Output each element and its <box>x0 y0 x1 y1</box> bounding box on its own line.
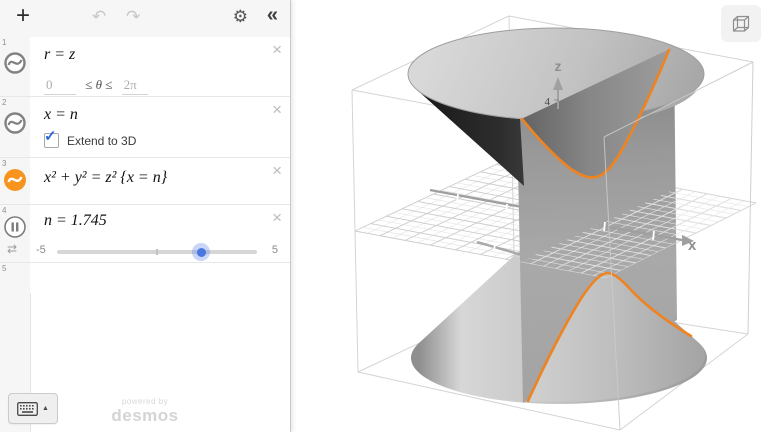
row-number: 2 <box>2 98 7 107</box>
checkbox-label: Extend to 3D <box>67 133 137 148</box>
slider-zero-tick <box>156 249 158 255</box>
add-expression-button[interactable]: + <box>10 2 36 30</box>
z-axis-label: z <box>555 58 562 74</box>
row-1-gutter: 1 <box>0 37 30 96</box>
expression-row-5-empty[interactable]: 5 <box>0 263 290 293</box>
expressions-toolbar: + ↶ ↷ ⚙ « <box>0 0 290 38</box>
delete-expression-button[interactable]: × <box>272 41 282 58</box>
slider-min-label: -5 <box>36 244 46 256</box>
collapse-panel-icon[interactable]: « <box>267 4 278 27</box>
powered-by-text: powered by <box>121 397 169 406</box>
domain-max-field[interactable]: 2π <box>121 77 148 95</box>
slider-row: -5 5 <box>30 241 290 261</box>
redo-icon[interactable]: ↷ <box>126 7 140 27</box>
expressions-panel: + ↶ ↷ ⚙ « 1 r = z 0 ≤ θ ≤ 2π × 2 x = n ✓… <box>0 0 291 432</box>
row-4-gutter: 4 ⇄ <box>0 205 30 262</box>
cube-icon <box>732 15 750 32</box>
x-axis-tick-gap <box>456 193 459 203</box>
row-number: 5 <box>2 264 7 273</box>
desmos-wordmark: desmos <box>111 406 179 425</box>
slider-loop-icon[interactable]: ⇄ <box>7 242 17 256</box>
extend-3d-checkbox[interactable]: ✓ <box>44 128 59 148</box>
x-axis-tick-gap <box>603 221 606 232</box>
row-3-content: x² + y² = z² {x = n} × <box>30 158 290 204</box>
x-axis-tick-gap <box>505 203 508 213</box>
expression-row-2[interactable]: 2 x = n ✓ Extend to 3D × <box>0 97 290 158</box>
desmos-3d-app: + ↶ ↷ ⚙ « 1 r = z 0 ≤ θ ≤ 2π × 2 x = n ✓… <box>0 0 768 432</box>
slider-handle[interactable] <box>192 243 210 261</box>
theta-domain-row: 0 ≤ θ ≤ 2π <box>44 77 148 95</box>
expression-input[interactable]: x = n <box>30 97 290 124</box>
graph-3d-viewport[interactable]: z 4 x <box>291 0 768 432</box>
graph-3d-scene: z 4 x <box>351 15 757 431</box>
row-2-content: x = n ✓ Extend to 3D × <box>30 97 290 157</box>
delete-expression-button[interactable]: × <box>272 101 282 118</box>
settings-gear-icon[interactable]: ⚙ <box>233 7 248 27</box>
delete-expression-button[interactable]: × <box>272 162 282 179</box>
checkmark-icon: ✓ <box>44 128 57 145</box>
domain-inequality-text: ≤ θ ≤ <box>85 77 113 92</box>
extend-to-3d-option[interactable]: ✓ Extend to 3D <box>44 128 137 148</box>
desmos-branding: powered by desmos <box>0 397 290 425</box>
row-number: 3 <box>2 159 7 168</box>
slider-track[interactable] <box>57 243 257 261</box>
row-1-content: r = z 0 ≤ θ ≤ 2π × <box>30 37 290 96</box>
row-4-content: n = 1.745 -5 5 × <box>30 205 290 262</box>
expression-curve-icon[interactable] <box>3 111 27 135</box>
expression-row-1[interactable]: 1 r = z 0 ≤ θ ≤ 2π × <box>0 37 290 97</box>
x-axis-label: x <box>688 237 697 254</box>
expression-curve-icon-active[interactable] <box>3 168 27 192</box>
undo-icon[interactable]: ↶ <box>92 7 106 27</box>
slider-max-label: 5 <box>271 244 278 256</box>
row-2-gutter: 2 <box>0 97 30 157</box>
row-5-content <box>30 263 290 293</box>
row-number: 4 <box>2 206 7 215</box>
domain-min-field[interactable]: 0 <box>44 77 76 95</box>
expression-list: 1 r = z 0 ≤ θ ≤ 2π × 2 x = n ✓ Extend to… <box>0 37 290 293</box>
expression-input[interactable]: r = z <box>30 37 290 64</box>
expression-row-4[interactable]: 4 ⇄ n = 1.745 -5 5 × <box>0 205 290 263</box>
reset-3d-view-button[interactable] <box>721 5 761 42</box>
row-3-gutter: 3 <box>0 158 30 204</box>
row-5-gutter: 5 <box>0 263 30 293</box>
expression-input[interactable]: x² + y² = z² {x = n} <box>30 158 290 187</box>
expression-curve-icon[interactable] <box>3 51 27 75</box>
slider-value-expression[interactable]: n = 1.745 <box>30 205 290 230</box>
z-tick-label-4: 4 <box>545 96 551 108</box>
expression-row-3[interactable]: 3 x² + y² = z² {x = n} × <box>0 158 290 205</box>
y-axis-tick-gap <box>493 242 496 252</box>
slider-pause-button[interactable] <box>3 215 27 239</box>
delete-expression-button[interactable]: × <box>272 209 282 226</box>
x-axis-tick-gap <box>652 230 655 241</box>
row-number: 1 <box>2 38 7 47</box>
